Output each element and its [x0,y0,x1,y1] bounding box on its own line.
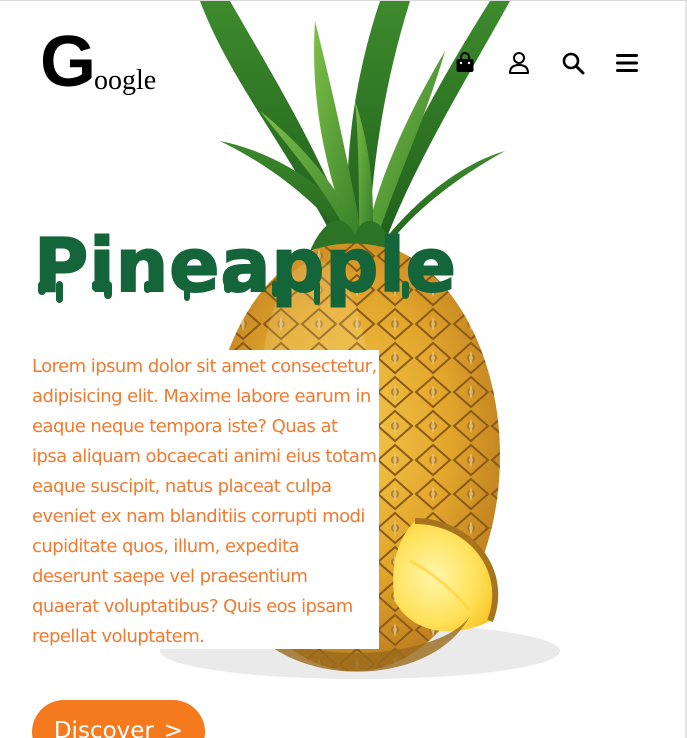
chevron-right-icon: > [163,718,184,738]
shopping-bag-icon[interactable] [453,51,477,75]
title-drips-decoration [38,281,409,305]
discover-button-label: Discover [53,718,154,738]
logo-text: oogle [94,65,157,96]
search-icon[interactable] [561,51,585,75]
menu-icon[interactable] [615,51,639,75]
discover-button[interactable]: Discover > [32,700,205,738]
user-icon[interactable] [507,51,531,75]
hero-description: Lorem ipsum dolor sit amet consectetur, … [32,356,377,647]
header-nav [453,51,639,75]
description-box: Lorem ipsum dolor sit amet consectetur, … [32,350,379,649]
page: G oogle Pineapple Lorem ipsum dolor sit … [0,0,687,738]
logo-initial: G [40,22,96,102]
brand-logo[interactable]: G oogle [40,22,157,102]
